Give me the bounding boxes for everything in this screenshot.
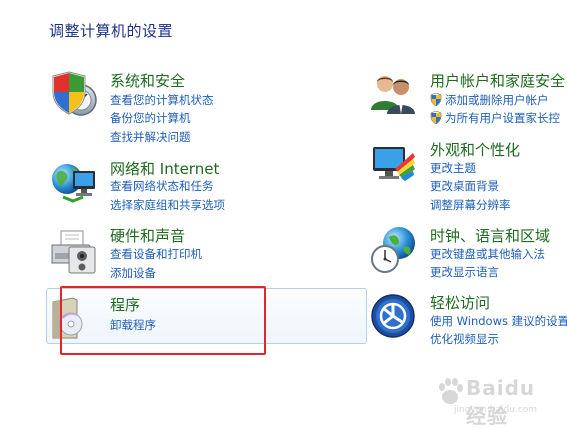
appearance-heading[interactable]: 外观和个性化 [430, 139, 520, 160]
monitor-palette-icon[interactable] [369, 139, 419, 189]
ease-of-access-icon[interactable] [369, 292, 419, 342]
annotation-highlight-box [60, 286, 266, 355]
category-appearance: 外观和个性化 更改主题 更改桌面背景 调整屏幕分辨率 [369, 139, 567, 219]
ease-of-access-heading[interactable]: 轻松访问 [430, 292, 490, 313]
link-parental-controls-label: 为所有用户设置家长控 [445, 111, 560, 125]
uac-shield-icon [430, 111, 442, 124]
watermark-brand: Baidu 经验 [466, 376, 536, 428]
hardware-sound-heading[interactable]: 硬件和声音 [110, 225, 185, 246]
printer-icon[interactable] [49, 225, 99, 275]
link-optimize-video-display[interactable]: 优化视频显示 [430, 331, 499, 347]
page-title: 调整计算机的设置 [49, 22, 174, 40]
category-system-security: 系统和安全 查看您的计算机状态 备份您的计算机 查找并解决问题 [49, 70, 349, 150]
network-heading[interactable]: 网络和 Internet [110, 158, 219, 179]
link-add-remove-users[interactable]: 添加或删除用户帐户 [430, 92, 549, 108]
user-accounts-heading[interactable]: 用户帐户和家庭安全 [430, 70, 565, 91]
clock-globe-icon[interactable] [369, 225, 419, 275]
baidu-watermark: Baidu 经验 jingyan.baidu.com [436, 372, 562, 428]
users-icon[interactable] [369, 70, 419, 120]
category-hardware-sound: 硬件和声音 查看设备和打印机 添加设备 [49, 225, 349, 285]
link-backup-computer[interactable]: 备份您的计算机 [110, 110, 191, 126]
link-network-status[interactable]: 查看网络状态和任务 [110, 178, 214, 194]
link-change-input-method[interactable]: 更改键盘或其他输入法 [430, 246, 545, 262]
clock-region-heading[interactable]: 时钟、语言和区域 [430, 225, 550, 246]
system-security-heading[interactable]: 系统和安全 [110, 70, 185, 91]
link-change-theme[interactable]: 更改主题 [430, 160, 476, 176]
link-troubleshoot[interactable]: 查找并解决问题 [110, 129, 191, 145]
link-add-device[interactable]: 添加设备 [110, 265, 156, 281]
link-parental-controls[interactable]: 为所有用户设置家长控 [430, 110, 560, 126]
link-windows-recommended-settings[interactable]: 使用 Windows 建议的设置 [430, 313, 567, 329]
category-network: 网络和 Internet 查看网络状态和任务 选择家庭组和共享选项 [49, 157, 349, 217]
category-ease-of-access: 轻松访问 使用 Windows 建议的设置 优化视频显示 [369, 292, 567, 352]
link-add-remove-users-label: 添加或删除用户帐户 [445, 93, 549, 107]
link-view-computer-status[interactable]: 查看您的计算机状态 [110, 92, 214, 108]
link-change-display-language[interactable]: 更改显示语言 [430, 264, 499, 280]
category-clock-region: 时钟、语言和区域 更改键盘或其他输入法 更改显示语言 [369, 225, 567, 285]
baidu-paw-icon [439, 378, 463, 404]
link-change-background[interactable]: 更改桌面背景 [430, 178, 499, 194]
link-homegroup-sharing[interactable]: 选择家庭组和共享选项 [110, 197, 225, 213]
link-devices-printers[interactable]: 查看设备和打印机 [110, 246, 202, 262]
watermark-url: jingyan.baidu.com [454, 405, 538, 415]
category-user-accounts: 用户帐户和家庭安全 添加或删除用户帐户 为所有用户设置家长控 [369, 70, 567, 130]
security-shield-icon[interactable] [49, 70, 99, 120]
link-screen-resolution[interactable]: 调整屏幕分辨率 [430, 197, 511, 213]
uac-shield-icon [430, 93, 442, 106]
network-globe-icon[interactable] [49, 157, 99, 207]
